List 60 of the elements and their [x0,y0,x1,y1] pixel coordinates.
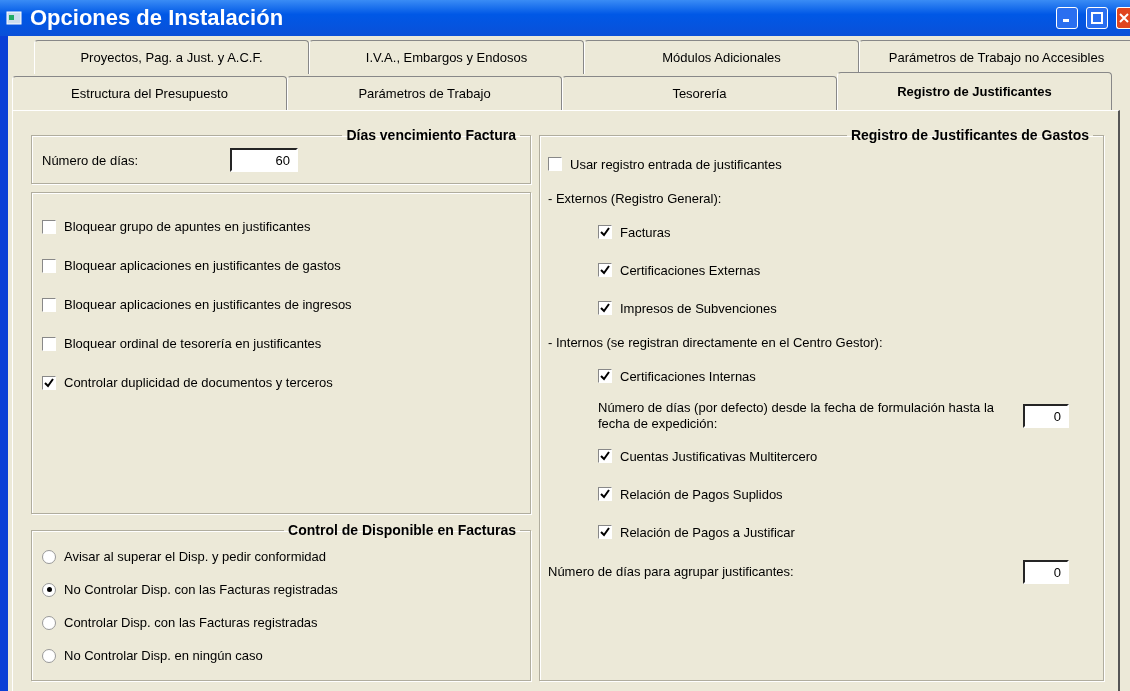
number-field[interactable]: 0 [1023,560,1069,584]
field-label: Número de días para agrupar justificantes: [548,564,794,580]
field-label: Número de días: [42,152,140,168]
tab[interactable]: Parámetros de Trabajo no Accesibles [859,40,1130,74]
tab[interactable]: Proyectos, Pag. a Just. y A.C.F. [34,40,309,74]
tab[interactable]: Registro de Justificantes [837,72,1112,110]
tab[interactable]: Parámetros de Trabajo [287,76,562,110]
number-field[interactable]: 0 [1023,404,1069,428]
checkbox[interactable] [42,258,56,273]
checkbox-label: Controlar duplicidad de documentos y terceros [64,375,333,390]
tab[interactable]: Módulos Adicionales [584,40,859,74]
minimize-button[interactable] [1056,7,1078,29]
tab[interactable]: Tesorería [562,76,837,110]
section-label: - Externos (Registro General): [548,189,723,208]
close-button[interactable] [1116,7,1130,29]
radio-label: No Controlar Disp. en ningún caso [64,648,263,663]
close-icon [1118,12,1129,24]
number-field[interactable]: 60 [230,148,298,172]
radio-label: No Controlar Disp. con las Facturas registradas [64,582,338,597]
checkbox-label: Certificaciones Externas [620,262,761,278]
checkbox-label: Bloquear grupo de apuntes en justificantes [64,219,311,234]
maximize-button[interactable] [1086,7,1108,29]
checkbox-label: Facturas [620,224,671,240]
checkbox-label: Relación de Pagos Suplidos [620,486,783,502]
window-title: Opciones de Instalación [30,5,285,31]
radio-label: Avisar al superar el Disp. y pedir conformidad [64,549,327,564]
checkbox[interactable] [598,263,612,277]
checkbox[interactable] [598,369,612,383]
radio-label: Controlar Disp. con las Facturas registradas [64,615,318,630]
app-icon [6,11,22,25]
section-label: - Internos (se registran directamente en el Centro Gestor): [548,333,884,352]
checkbox[interactable] [42,375,56,390]
checkbox[interactable] [598,525,612,539]
checkbox-label: Relación de Pagos a Justificar [620,524,795,540]
checkbox-label: Bloquear ordinal de tesorería en justificantes [64,336,322,351]
group-title: Registro de Justificantes de Gastos [849,127,1090,143]
radio-button[interactable] [42,648,56,663]
checkbox[interactable] [598,225,612,239]
tab[interactable]: I.V.A., Embargos y Endosos [309,40,584,74]
radio-button[interactable] [42,615,56,630]
checkbox[interactable] [598,301,612,315]
maximize-icon [1091,12,1103,24]
checkbox[interactable] [42,336,56,351]
radio-button[interactable] [42,549,56,564]
checkbox[interactable] [598,487,612,501]
checkbox-label: Cuentas Justificativas Multitercero [620,448,818,464]
checkbox[interactable] [42,297,56,312]
field-label: Número de días (por defecto) desde la fecha de formulación hasta la fecha de expedición: [598,400,995,432]
tab[interactable]: Estructura del Presupuesto [12,76,287,110]
radio-button[interactable] [42,582,56,597]
checkbox[interactable] [548,157,562,171]
checkbox[interactable] [42,219,56,234]
checkbox-label: Bloquear aplicaciones en justificantes de ingresos [64,297,352,312]
checkbox-label: Usar registro entrada de justificantes [570,156,782,172]
group-title: Días vencimiento Factura [345,127,517,143]
checkbox-label: Certificaciones Internas [620,368,756,384]
checkbox[interactable] [598,449,612,463]
checkbox-label: Impresos de Subvenciones [620,300,777,316]
checkbox-label: Bloquear aplicaciones en justificantes de gastos [64,258,341,273]
group-title: Control de Disponible en Facturas [287,522,517,538]
